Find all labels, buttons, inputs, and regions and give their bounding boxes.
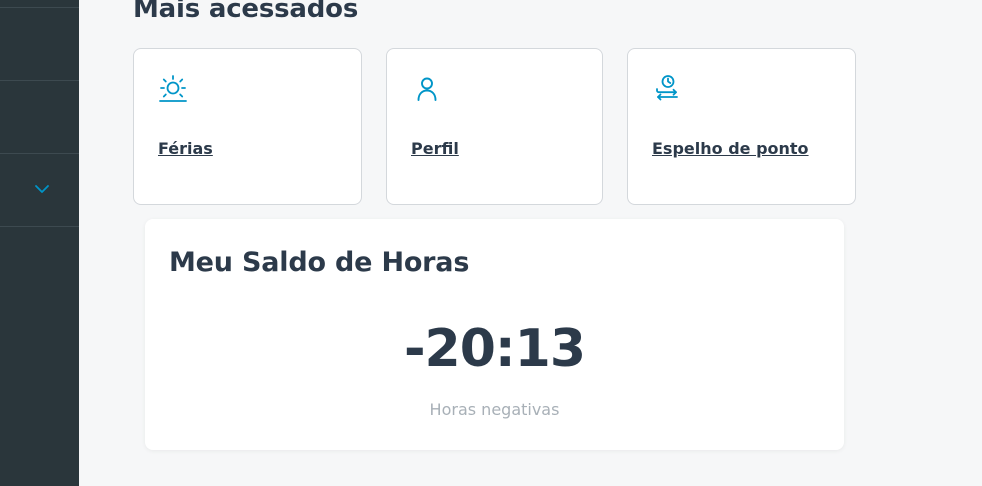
- balance-caption: Horas negativas: [429, 400, 560, 419]
- shortcut-label: Perfil: [411, 139, 459, 158]
- shortcut-card-espelho-de-ponto[interactable]: Espelho de ponto: [627, 48, 856, 205]
- sidebar-divider: [0, 7, 79, 8]
- sidebar-divider: [0, 80, 79, 81]
- shortcut-card-perfil[interactable]: Perfil: [386, 48, 603, 205]
- balance-title: Meu Saldo de Horas: [169, 247, 470, 278]
- balance-value: -20:13: [403, 319, 586, 379]
- sun-icon: [159, 75, 187, 102]
- chevron-down-icon[interactable]: [33, 183, 51, 195]
- shortcut-label: Férias: [158, 139, 213, 158]
- sidebar-divider: [0, 153, 79, 154]
- sidebar: [0, 0, 79, 486]
- shortcut-label: Espelho de ponto: [652, 139, 809, 158]
- section-title: Mais acessados: [133, 0, 359, 24]
- hours-balance-card: Meu Saldo de Horas -20:13 Horas negativa…: [145, 219, 844, 450]
- sidebar-divider: [0, 226, 79, 227]
- time-clock-icon: [656, 75, 678, 101]
- user-icon: [417, 77, 437, 101]
- shortcut-card-ferias[interactable]: Férias: [133, 48, 362, 205]
